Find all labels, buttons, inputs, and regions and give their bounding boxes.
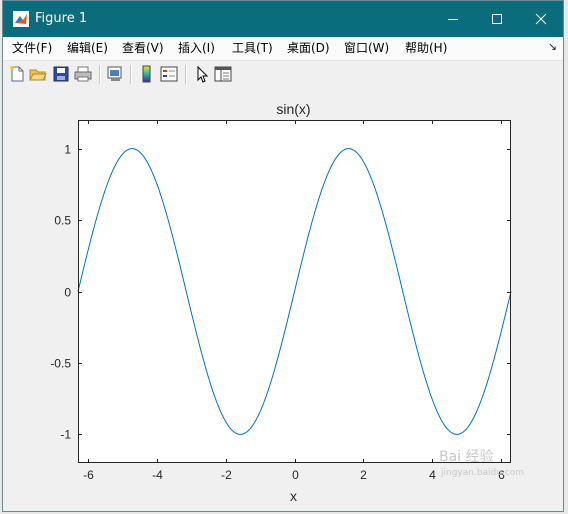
x-tick-label: -2 <box>221 468 232 482</box>
y-tick-label: 1 <box>64 143 71 157</box>
menu-bar: 文件(F) 编辑(E) 查看(V) 插入(I) 工具(T) 桌面(D) 窗口(W… <box>3 37 563 61</box>
menu-edit[interactable]: 编辑(E) <box>67 41 108 55</box>
title-bar[interactable]: Figure 1 <box>3 1 563 37</box>
menu-tools[interactable]: 工具(T) <box>232 41 273 55</box>
close-button[interactable] <box>519 1 563 37</box>
matlab-logo-icon <box>13 11 29 27</box>
dock-figure-icon[interactable]: ↘ <box>548 40 557 53</box>
property-inspector-icon[interactable] <box>214 65 232 83</box>
menu-help[interactable]: 帮助(H) <box>405 41 447 55</box>
legend-icon[interactable] <box>160 65 178 83</box>
toolbar <box>3 61 563 88</box>
maximize-button[interactable] <box>475 1 519 37</box>
menu-desktop[interactable]: 桌面(D) <box>287 41 330 55</box>
x-tick-label: -6 <box>83 468 94 482</box>
menu-view[interactable]: 查看(V) <box>122 41 164 55</box>
menu-insert[interactable]: 插入(I) <box>178 41 215 55</box>
x-tick-label: -4 <box>152 468 163 482</box>
minimize-button[interactable] <box>431 1 475 37</box>
x-tick-label: 0 <box>292 468 299 482</box>
minimize-icon <box>448 19 458 20</box>
menu-window[interactable]: 窗口(W) <box>344 41 389 55</box>
edit-plot-arrow-icon[interactable] <box>193 65 211 83</box>
chart-title: sin(x) <box>276 101 310 117</box>
window-title: Figure 1 <box>35 11 88 26</box>
y-tick-label: -0.5 <box>50 357 71 371</box>
link-plot-icon[interactable] <box>106 65 124 83</box>
x-tick-label: 2 <box>360 468 367 482</box>
toolbar-separator <box>99 65 101 84</box>
watermark-main: Bai 经验 <box>439 449 494 465</box>
maximize-icon <box>492 14 502 24</box>
new-figure-icon[interactable] <box>8 65 26 83</box>
watermark-sub: jingyan.baidu.com <box>441 468 525 478</box>
colorbar-icon[interactable] <box>138 65 156 83</box>
toolbar-separator <box>185 65 187 84</box>
close-icon <box>535 13 547 25</box>
watermark: Bai 经验 jingyan.baidu.com <box>439 449 524 481</box>
x-tick-label: 4 <box>429 468 436 482</box>
menu-file[interactable]: 文件(F) <box>12 41 52 55</box>
toolbar-separator <box>130 65 132 84</box>
y-tick-label: -1 <box>60 428 71 442</box>
y-tick-label: 0.5 <box>54 214 71 228</box>
open-file-icon[interactable] <box>29 65 47 83</box>
y-tick-label: 0 <box>64 286 71 300</box>
x-axis-label: x <box>290 488 297 504</box>
save-icon[interactable] <box>52 65 70 83</box>
figure-window: Figure 1 文件(F) 编辑(E) 查看(V) 插入(I) 工具(T) 桌… <box>2 0 564 512</box>
print-icon[interactable] <box>74 65 92 83</box>
